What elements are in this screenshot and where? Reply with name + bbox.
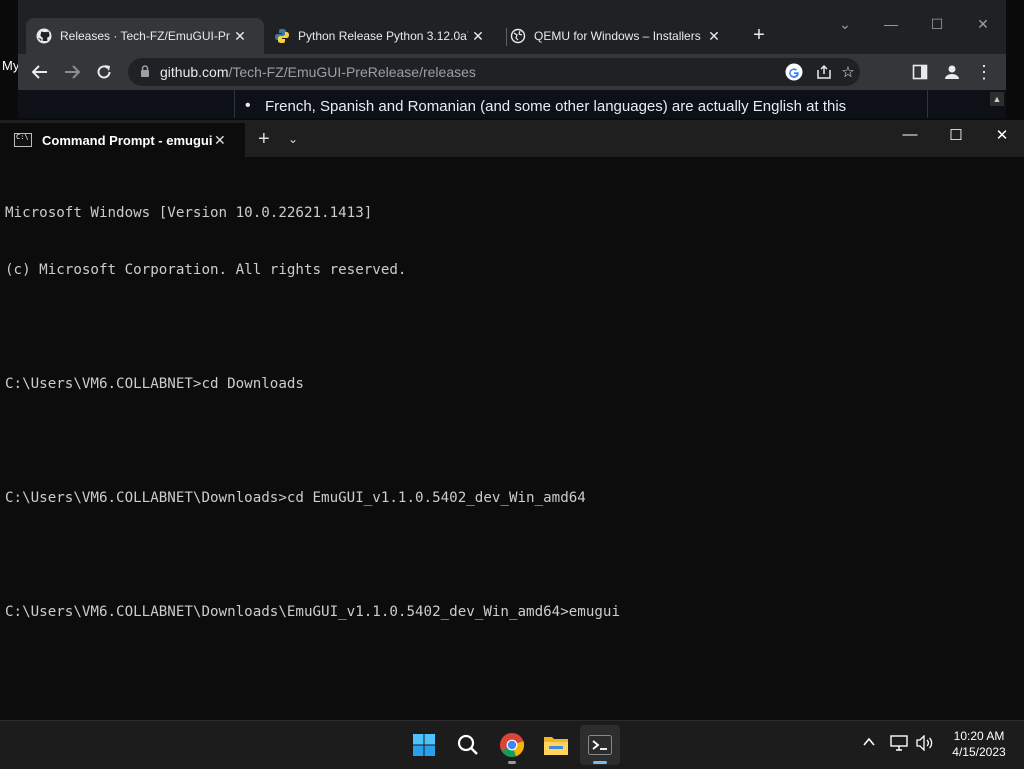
- start-icon[interactable]: [404, 725, 444, 765]
- file-explorer-icon[interactable]: [536, 725, 576, 765]
- terminal-output[interactable]: Microsoft Windows [Version 10.0.22621.14…: [5, 166, 620, 660]
- close-tab-icon[interactable]: ✕: [468, 28, 488, 45]
- new-terminal-tab-button[interactable]: +: [258, 128, 270, 151]
- search-icon[interactable]: [448, 725, 488, 765]
- terminal-titlebar: Command Prompt - emugui ✕ + ⌄ — ☐ ✕: [0, 120, 1024, 157]
- python-icon: [274, 28, 290, 44]
- chevron-up-icon[interactable]: [862, 735, 876, 752]
- terminal-tab[interactable]: Command Prompt - emugui ✕: [0, 123, 245, 157]
- terminal-line: C:\Users\VM6.COLLABNET\Downloads>cd EmuG…: [5, 490, 586, 506]
- google-icon[interactable]: [784, 62, 804, 82]
- terminal-line: (c) Microsoft Corporation. All rights re…: [5, 262, 407, 278]
- tab-strip: Releases · Tech-FZ/EmuGUI-PreRelease ✕ P…: [18, 0, 1006, 54]
- minimize-icon[interactable]: —: [890, 126, 930, 143]
- scroll-up-arrow-icon[interactable]: ▲: [990, 92, 1004, 106]
- web-page-content: French, Spanish and Romanian (and some o…: [18, 90, 1006, 118]
- volume-icon[interactable]: [916, 734, 934, 754]
- close-tab-icon[interactable]: ✕: [704, 28, 724, 45]
- maximize-icon[interactable]: ☐: [922, 16, 952, 33]
- bookmark-star-icon[interactable]: ☆: [838, 62, 858, 82]
- terminal-window: Command Prompt - emugui ✕ + ⌄ — ☐ ✕ Micr…: [0, 120, 1024, 720]
- side-panel-icon[interactable]: [908, 60, 932, 84]
- close-icon[interactable]: ✕: [968, 16, 998, 33]
- tab-title: Python Release Python 3.12.0a7 | Python.…: [298, 29, 468, 43]
- chrome-icon[interactable]: [492, 725, 532, 765]
- tab-qemu[interactable]: QEMU for Windows – Installers (64 bit) ✕: [500, 20, 736, 52]
- close-tab-icon[interactable]: ✕: [214, 132, 226, 149]
- active-indicator: [593, 761, 607, 764]
- clock-time: 10:20 AM: [953, 729, 1005, 743]
- chevron-down-icon[interactable]: ⌄: [288, 132, 298, 146]
- tab-title: Releases · Tech-FZ/EmuGUI-PreRelease: [60, 29, 230, 43]
- forward-icon[interactable]: [60, 60, 84, 84]
- network-icon[interactable]: [890, 735, 908, 754]
- profile-icon[interactable]: [940, 60, 964, 84]
- terminal-line: Microsoft Windows [Version 10.0.22621.14…: [5, 205, 373, 221]
- browser-toolbar: github.com/Tech-FZ/EmuGUI-PreRelease/rel…: [18, 54, 1006, 90]
- close-icon[interactable]: ✕: [982, 126, 1022, 144]
- release-note-item: French, Spanish and Romanian (and some o…: [245, 97, 846, 115]
- github-icon: [36, 28, 52, 44]
- terminal-icon[interactable]: [580, 725, 620, 765]
- tab-python[interactable]: Python Release Python 3.12.0a7 | Python.…: [264, 20, 500, 52]
- running-indicator: [508, 761, 516, 764]
- terminal-tab-title: Command Prompt - emugui: [42, 132, 213, 148]
- maximize-icon[interactable]: ☐: [936, 126, 976, 144]
- lock-icon[interactable]: [138, 64, 152, 78]
- url-text: github.com/Tech-FZ/EmuGUI-PreRelease/rel…: [160, 64, 476, 80]
- reload-icon[interactable]: [92, 60, 116, 84]
- more-menu-icon[interactable]: ⋮: [972, 60, 996, 84]
- address-bar[interactable]: github.com/Tech-FZ/EmuGUI-PreRelease/rel…: [128, 58, 860, 86]
- url-host: github.com: [160, 64, 229, 80]
- command-prompt-icon: [14, 133, 32, 147]
- share-icon[interactable]: [814, 62, 834, 82]
- release-notes: French, Spanish and Romanian (and some o…: [234, 90, 928, 118]
- url-path: /Tech-FZ/EmuGUI-PreRelease/releases: [228, 64, 476, 80]
- terminal-line: C:\Users\VM6.COLLABNET>cd Downloads: [5, 376, 304, 392]
- browser-window: Releases · Tech-FZ/EmuGUI-PreRelease ✕ P…: [18, 0, 1006, 118]
- back-icon[interactable]: [28, 60, 52, 84]
- tab-releases[interactable]: Releases · Tech-FZ/EmuGUI-PreRelease ✕: [26, 18, 264, 54]
- tab-title: QEMU for Windows – Installers (64 bit): [534, 29, 704, 43]
- system-clock[interactable]: 10:20 AM 4/15/2023: [940, 728, 1018, 760]
- terminal-line: C:\Users\VM6.COLLABNET\Downloads\EmuGUI_…: [5, 604, 620, 620]
- clock-date: 4/15/2023: [952, 745, 1006, 759]
- taskbar: 10:20 AM 4/15/2023: [0, 720, 1024, 769]
- tab-search-icon[interactable]: ⌄: [830, 16, 860, 33]
- desktop-icon-label[interactable]: My: [2, 58, 19, 73]
- globe-icon: [510, 28, 526, 44]
- minimize-icon[interactable]: —: [876, 16, 906, 32]
- close-tab-icon[interactable]: ✕: [230, 28, 250, 45]
- new-tab-button[interactable]: +: [748, 24, 770, 47]
